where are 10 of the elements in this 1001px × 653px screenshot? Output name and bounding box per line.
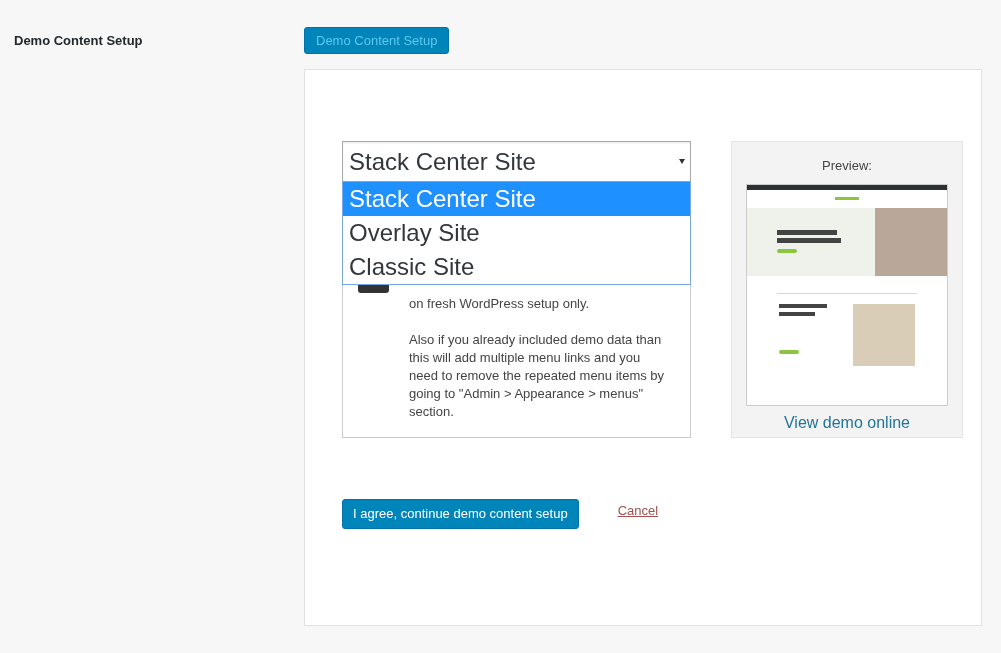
- dropdown-caret-icon: [679, 159, 685, 164]
- setting-label: Demo Content Setup: [14, 33, 143, 48]
- notice-text: Also if you already included demo data than this will add multiple menu links and you need to remove the repeated menu items by going to "Admin > Appearance > menus" section.: [409, 331, 666, 421]
- preview-title: Preview:: [822, 157, 872, 175]
- notice-text: on fresh WordPress setup only.: [409, 295, 591, 313]
- cancel-link[interactable]: Cancel: [617, 501, 659, 521]
- view-demo-link[interactable]: View demo online: [784, 410, 910, 435]
- dropdown-option[interactable]: Stack Center Site: [343, 182, 690, 216]
- agree-continue-button[interactable]: I agree, continue demo content setup: [342, 499, 579, 529]
- site-select[interactable]: Stack Center Site: [342, 141, 691, 182]
